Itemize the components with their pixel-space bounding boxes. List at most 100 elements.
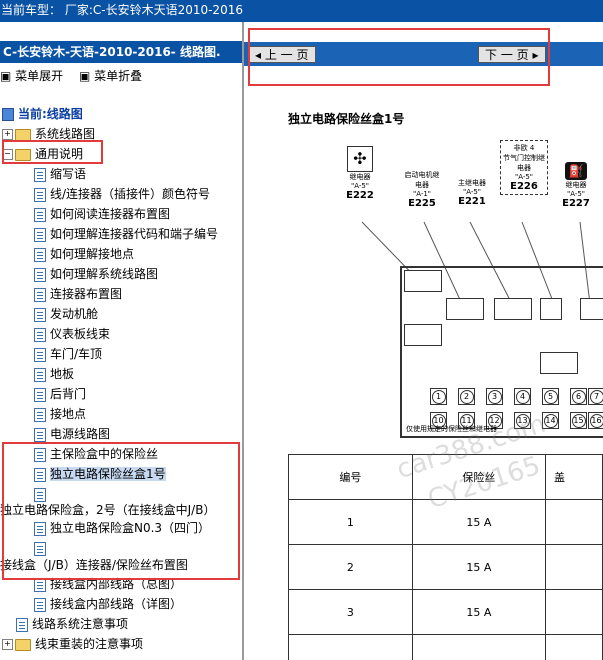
fuse-number: 16 (589, 414, 603, 428)
relay-slot (540, 352, 578, 374)
tree-label: 线束重装的注意事项 (35, 637, 144, 651)
fuse-3: 3 (486, 388, 503, 405)
fuse-number: 2 (459, 390, 474, 404)
table-cell: 15 A (411, 589, 547, 635)
table-cell (545, 589, 603, 635)
fuse-4: 4 (514, 388, 531, 405)
current-label: 当前:线路图 (18, 107, 83, 121)
tree-item[interactable]: + 线束重装的注意事项 (2, 634, 143, 654)
relay-slot (494, 298, 532, 320)
tree-item[interactable]: 如何理解系统线路图 (34, 264, 158, 284)
fuse-7: 7 (588, 388, 603, 405)
fuse-number: 4 (515, 390, 530, 404)
expand-menu-button[interactable]: ▣ 菜单展开 (0, 69, 69, 83)
collapse-menu-label: 菜单折叠 (94, 69, 143, 83)
tree-label: 线/连接器（插接件）颜色符号 (50, 187, 211, 201)
tree-label: 仪表板线束 (50, 327, 111, 341)
fuse-5: 5 (542, 388, 559, 405)
relay-slot (446, 298, 484, 320)
left-panel: C-长安铃木-天语-2010-2016- 线路图. ▣ 菜单展开 ▣ 菜单折叠 … (0, 22, 242, 660)
relay-slot (404, 270, 442, 292)
fuse-number: 7 (589, 390, 603, 404)
tree-label: 电源线路图 (50, 427, 111, 441)
document-icon (34, 187, 46, 202)
current-node[interactable]: 当前:线路图 (2, 104, 83, 124)
table-cell: 2 (288, 544, 413, 590)
tree-item[interactable]: 电源线路图 (34, 424, 110, 444)
tree-item[interactable]: 接线盒内部线路（详图） (34, 594, 182, 614)
document-icon (34, 427, 46, 442)
document-icon (34, 167, 46, 182)
tree-label: 车门/车顶 (50, 347, 103, 361)
tree-label: 发动机舱 (50, 307, 99, 321)
table-row (288, 634, 603, 660)
tree-item[interactable]: 如何理解连接器代码和端子编号 (34, 224, 218, 244)
document-icon (34, 597, 46, 612)
collapse-menu-button[interactable]: ▣ 菜单折叠 (79, 69, 148, 83)
tree-item[interactable]: 发动机舱 (34, 304, 98, 324)
book-icon (2, 108, 14, 121)
document-icon (34, 387, 46, 402)
table-cell (411, 634, 547, 660)
document-icon (34, 207, 46, 222)
window-title: 当前车型： 厂家:C-长安铃木天语2010-2016 (0, 0, 603, 22)
document-icon (34, 307, 46, 322)
tree-item[interactable]: 如何阅读连接器布置图 (34, 204, 170, 224)
tree-label: 接线盒内部线路（详图） (50, 597, 183, 611)
table-row: 2 15 A (288, 544, 603, 590)
document-icon (34, 407, 46, 422)
fuse-number: 15 (571, 414, 586, 428)
tree-item[interactable]: 如何理解接地点 (34, 244, 134, 264)
relay-slot (540, 298, 562, 320)
table-cell (545, 634, 603, 660)
expand-icon[interactable]: + (2, 639, 13, 650)
table-cell: 1 (288, 499, 413, 545)
folder-icon (15, 128, 31, 141)
folder-icon (15, 638, 31, 651)
relay-slot (580, 298, 603, 320)
document-icon (34, 327, 46, 342)
table-cell: 3 (288, 589, 413, 635)
fuse-box-diagram: 1 2 3 4 5 6 7 10 11 12 13 14 15 16 仅使用规定… (400, 266, 603, 438)
expand-icon[interactable]: + (2, 129, 13, 140)
highlight-general-info (2, 140, 103, 164)
fuse-6: 6 (570, 388, 587, 405)
document-viewer: ◂ 上 一 页 下 一 页 ▸ 独立电路保险丝盒1号 ✣ 继电器 "A-5" E… (244, 22, 603, 660)
document-icon (34, 347, 46, 362)
document-icon (34, 367, 46, 382)
fuse-number: 6 (571, 390, 586, 404)
tree-label: 如何理解接地点 (50, 247, 135, 261)
fuse-16: 16 (588, 412, 603, 429)
tree-label: 线路系统注意事项 (32, 617, 129, 631)
tree-label: 如何阅读连接器布置图 (50, 207, 171, 221)
tree-item[interactable]: 接地点 (34, 404, 86, 424)
left-panel-title: C-长安铃木-天语-2010-2016- 线路图. (0, 41, 242, 63)
tree-label: 缩写语 (50, 167, 87, 181)
document-icon (34, 267, 46, 282)
tree-item[interactable]: 地板 (34, 364, 74, 384)
tree-item[interactable]: 仪表板线束 (34, 324, 110, 344)
tree-item[interactable]: 车门/车顶 (34, 344, 102, 364)
fuse-number: 5 (543, 390, 558, 404)
fuse-2: 2 (458, 388, 475, 405)
tree-label: 如何理解连接器代码和端子编号 (50, 227, 219, 241)
document-icon (34, 287, 46, 302)
document-icon (34, 227, 46, 242)
tree-item[interactable]: 缩写语 (34, 164, 86, 184)
tree-item[interactable]: 线路系统注意事项 (16, 614, 128, 634)
document-icon (16, 617, 28, 632)
fuse-1: 1 (430, 388, 447, 405)
tree-label: 后背门 (50, 387, 87, 401)
relay-slot (404, 324, 442, 346)
tree-item[interactable]: 线/连接器（插接件）颜色符号 (34, 184, 210, 204)
table-header: 盖 (545, 454, 603, 500)
tree-label: 系统线路图 (35, 127, 96, 141)
table-cell: 15 A (411, 544, 547, 590)
tree-label: 地板 (50, 367, 75, 381)
document-icon (34, 247, 46, 262)
table-row: 3 15 A (288, 589, 603, 635)
tree-item[interactable]: 连接器布置图 (34, 284, 122, 304)
highlight-fuse-items (2, 442, 240, 580)
tree-label: 如何理解系统线路图 (50, 267, 159, 281)
tree-item[interactable]: 后背门 (34, 384, 86, 404)
